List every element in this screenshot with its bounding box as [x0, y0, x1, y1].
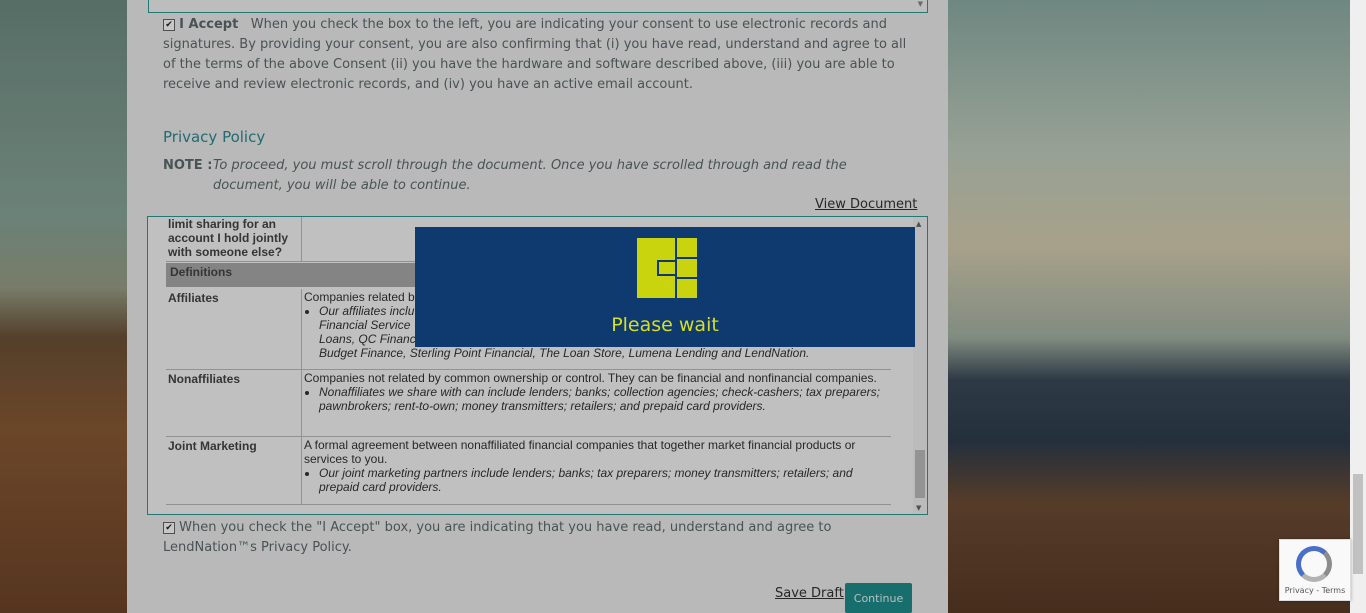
recaptcha-badge[interactable]: Privacy - Terms: [1279, 539, 1351, 601]
recaptcha-terms[interactable]: Privacy - Terms: [1280, 586, 1350, 595]
lendnation-logo-icon: [637, 238, 697, 298]
please-wait-text: Please wait: [611, 314, 719, 336]
page-scrollbar[interactable]: [1350, 0, 1366, 613]
please-wait-modal: Please wait: [415, 227, 915, 347]
page-scrollbar-thumb[interactable]: [1353, 474, 1363, 574]
recaptcha-icon: [1296, 546, 1332, 582]
